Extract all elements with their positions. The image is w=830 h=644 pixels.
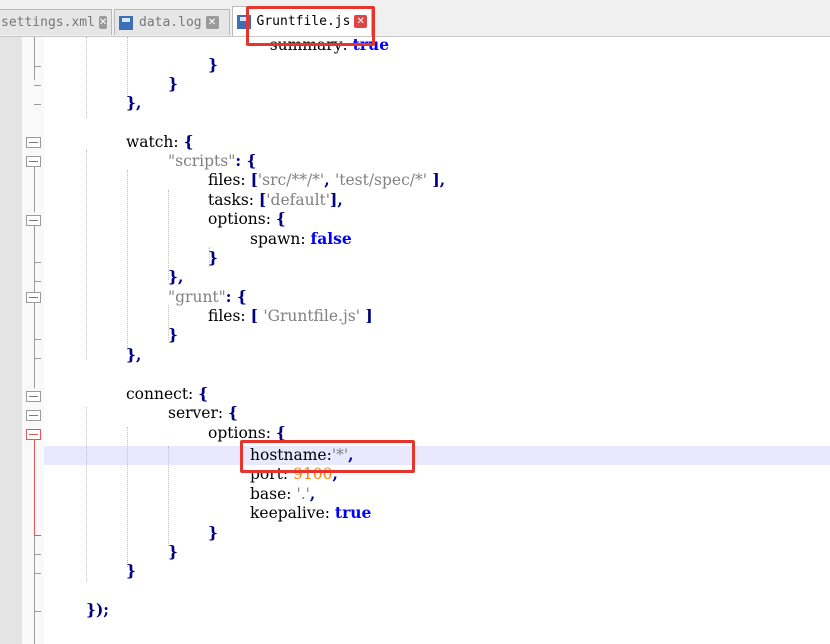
code-line: } [168,325,178,344]
indent-guide [127,427,128,567]
fold-end [34,554,41,555]
code-line: } [168,74,178,93]
code-line: tasks: ['default'], [208,190,343,209]
code-line: }); [86,600,110,619]
code-line: "scripts": { [168,151,257,170]
fold-end [34,358,41,359]
code-line: options: { [208,209,286,228]
fold-end [34,339,41,340]
code-line: } [168,542,178,561]
fold-toggle-icon[interactable] [26,137,41,148]
indent-guide [86,407,87,582]
code-line: files: [ 'Gruntfile.js' ] [208,306,373,325]
fold-margin [22,37,44,644]
indent-guide [86,150,87,360]
fold-end [34,281,41,282]
fold-toggle-icon[interactable] [26,391,41,402]
fold-end [34,262,41,263]
code-line: spawn: false [250,229,352,248]
code-line: }, [126,345,142,364]
indent-guide [127,37,128,97]
fold-end [34,66,41,67]
fold-line [34,226,35,294]
code-line: server: { [168,403,238,422]
line-number-gutter [0,37,23,644]
fold-toggle-icon[interactable] [26,410,41,421]
code-line: "grunt": { [168,287,247,306]
close-icon[interactable]: ✕ [98,16,108,29]
code-line: files: ['src/**/*', 'test/spec/*' ], [208,170,446,189]
indent-guide [168,446,169,546]
fold-end [34,85,41,86]
fold-end [34,104,41,105]
tab-label: settings.xml [1,15,95,30]
annotation-box-tab [246,6,375,46]
tab-label: data.log [139,15,202,30]
save-file-icon [119,15,133,30]
fold-toggle-icon[interactable] [26,215,41,226]
current-line-highlight [44,446,830,465]
fold-end [34,611,41,612]
fold-line [34,167,35,212]
annotation-box-hostname [240,440,415,473]
fold-toggle-icon[interactable] [26,429,41,440]
code-line: } [126,561,136,580]
tab-settings-xml[interactable]: settings.xml ✕ [0,9,112,35]
code-line: }, [168,267,184,286]
code-line: }, [126,93,142,112]
indent-guide [127,170,128,350]
fold-toggle-icon[interactable] [26,156,41,167]
fold-toggle-icon[interactable] [26,292,41,303]
code-line: } [208,55,218,74]
code-line: base: '.', [250,484,316,503]
indent-guide [86,37,87,117]
code-line: } [208,523,218,542]
fold-line [34,37,35,80]
fold-line [34,303,35,388]
fold-line [34,536,35,644]
fold-line [34,440,35,536]
code-line: keepalive: true [250,503,372,522]
fold-end [34,535,41,536]
code-line: } [208,248,218,267]
tab-data-log[interactable]: data.log ✕ [114,9,230,35]
tab-bar: settings.xml ✕ data.log ✕ Gruntfile.js ✕ [0,6,830,37]
code-line: watch: { [126,132,194,151]
code-line: connect: { [126,384,209,403]
fold-end [34,573,41,574]
close-icon[interactable]: ✕ [205,16,219,29]
